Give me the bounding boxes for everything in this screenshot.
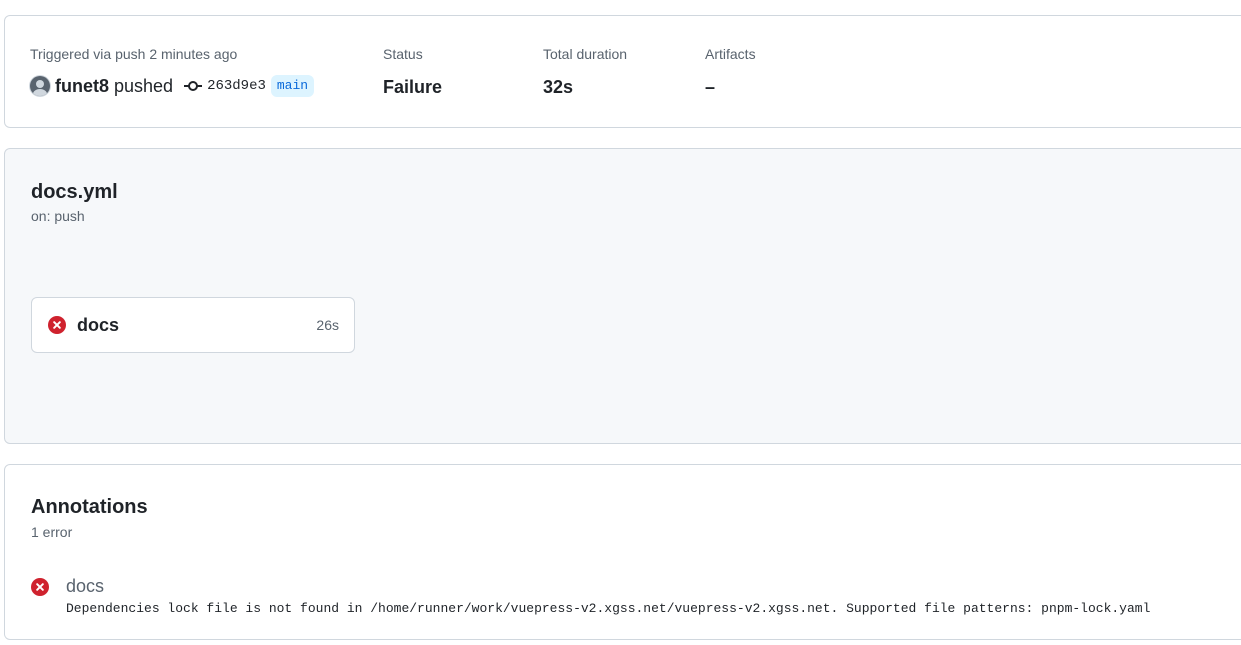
x-circle-icon [31,578,49,596]
branch-badge[interactable]: main [270,75,315,97]
annotations-title: Annotations [31,496,148,518]
artifacts-value: – [705,77,716,97]
workflow-graph-panel: docs.yml on: push docs 26s [4,148,1241,444]
duration-label: Total duration [543,46,628,62]
artifacts-label: Artifacts [705,46,756,62]
annotations-card: Annotations 1 error docs Dependencies lo… [4,464,1241,640]
trigger-section: Triggered via push 2 minutes ago funet8 … [30,45,315,98]
annotation-message: Dependencies lock file is not found in /… [66,601,1151,616]
annotation-job-link[interactable]: docs [66,575,104,597]
action-text: pushed [114,75,174,96]
job-name: docs [77,314,120,335]
git-commit-icon [184,79,203,93]
duration-value: 32s [543,77,574,97]
x-circle-icon [48,316,66,334]
workflow-trigger: on: push [31,208,85,224]
status-label: Status [383,46,423,62]
trigger-label: Triggered via push 2 minutes ago [30,46,238,62]
status-value: Failure [383,77,443,97]
commit-sha-link[interactable]: 263d9e3 [207,78,266,94]
duration-section: Total duration 32s [543,45,627,98]
artifacts-section: Artifacts – [705,45,756,98]
trigger-row: funet8 pushed 263d9e3 main [30,74,315,98]
workflow-file-name[interactable]: docs.yml [31,180,118,204]
job-card-docs[interactable]: docs 26s [31,297,355,353]
status-section: Status Failure [383,45,442,98]
job-duration: 26s [316,317,339,333]
annotations-count: 1 error [31,524,73,540]
avatar[interactable] [30,76,50,96]
run-summary-card: Triggered via push 2 minutes ago funet8 … [4,15,1241,128]
actor-link[interactable]: funet8 [55,76,109,97]
